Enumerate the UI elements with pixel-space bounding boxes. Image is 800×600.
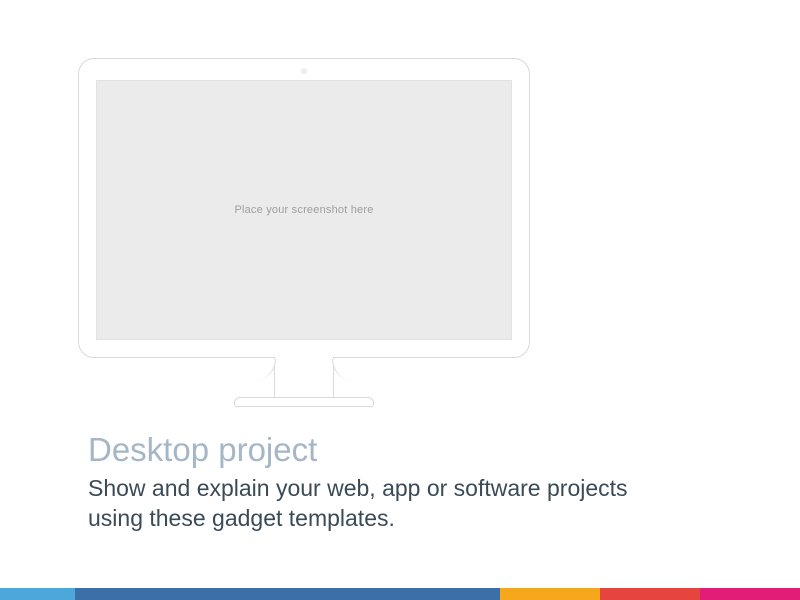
- slide: Place your screenshot here Desktop proje…: [0, 0, 800, 600]
- footer-seg-2: [75, 588, 500, 600]
- desktop-monitor-mockup: Place your screenshot here: [78, 58, 530, 407]
- slide-title[interactable]: Desktop project: [88, 432, 688, 468]
- footer-seg-3: [500, 588, 600, 600]
- footer-seg-4: [600, 588, 700, 600]
- footer-color-bar: [0, 588, 800, 600]
- footer-seg-1: [0, 588, 75, 600]
- footer-seg-5: [700, 588, 800, 600]
- monitor-frame: Place your screenshot here: [78, 58, 530, 358]
- monitor-stand-base: [234, 397, 374, 407]
- placeholder-text: Place your screenshot here: [234, 204, 373, 216]
- monitor-stand-neck: [274, 357, 334, 397]
- camera-icon: [301, 68, 307, 74]
- slide-subtitle[interactable]: Show and explain your web, app or softwa…: [88, 474, 648, 534]
- text-block: Desktop project Show and explain your we…: [88, 432, 688, 534]
- screenshot-placeholder[interactable]: Place your screenshot here: [96, 80, 512, 340]
